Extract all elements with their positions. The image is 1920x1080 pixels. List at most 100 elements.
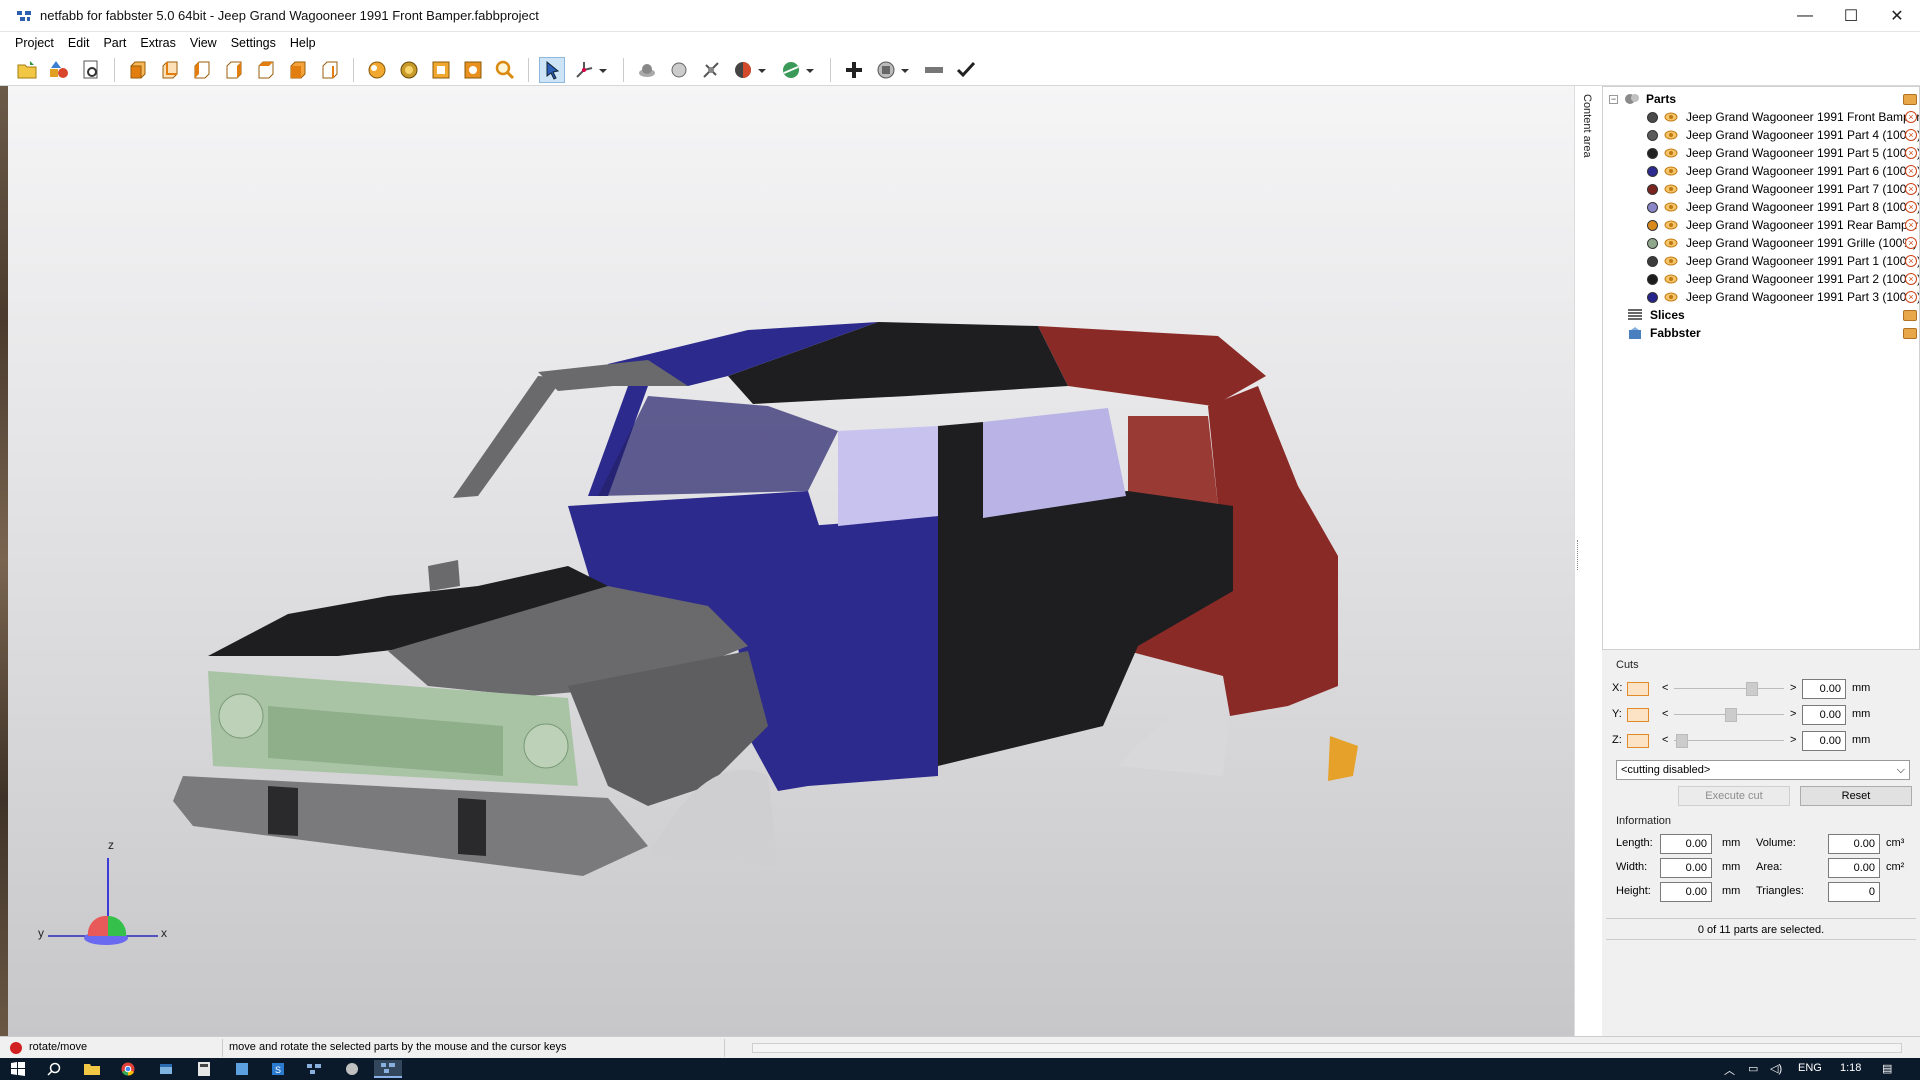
- part-color-swatch[interactable]: [1647, 219, 1658, 231]
- remove-part-icon[interactable]: ×: [1905, 237, 1917, 249]
- part-color-swatch[interactable]: [1647, 291, 1658, 303]
- netfabb-taskbar-active-icon[interactable]: [374, 1060, 402, 1078]
- parts-folder-icon[interactable]: [1903, 94, 1917, 105]
- tree-node-fabbster[interactable]: Fabbster: [1627, 324, 1701, 342]
- tree-node-part[interactable]: Jeep Grand Wagooneer 1991 Part 5 (100%): [1647, 144, 1919, 162]
- tree-node-part[interactable]: Jeep Grand Wagooneer 1991 Part 6 (100%): [1647, 162, 1919, 180]
- part-color-swatch[interactable]: [1647, 129, 1658, 141]
- tray-chevron-up-icon[interactable]: ︿: [1724, 1062, 1735, 1078]
- volume-icon[interactable]: ◁): [1770, 1062, 1782, 1075]
- ruler-icon[interactable]: [921, 57, 947, 83]
- 3d-viewport[interactable]: z y x: [8, 86, 1574, 1036]
- minimize-button[interactable]: —: [1782, 0, 1828, 32]
- part-color-swatch[interactable]: [1647, 255, 1658, 267]
- notifications-icon[interactable]: ▤: [1882, 1062, 1892, 1075]
- visibility-eye-icon[interactable]: [1664, 183, 1678, 195]
- pan-view-icon[interactable]: [396, 57, 422, 83]
- tree-node-part[interactable]: Jeep Grand Wagooneer 1991 Part 2 (100%): [1647, 270, 1919, 288]
- tree-node-part[interactable]: Jeep Grand Wagooneer 1991 Part 7 (100%): [1647, 180, 1919, 198]
- slices-folder-icon[interactable]: [1903, 310, 1917, 321]
- app-icon[interactable]: [228, 1060, 256, 1078]
- fabbster-folder-icon[interactable]: [1903, 328, 1917, 339]
- cut-y-slider[interactable]: [1724, 708, 1737, 722]
- remove-part-icon[interactable]: ×: [1905, 165, 1917, 177]
- language-indicator[interactable]: ENG: [1798, 1062, 1822, 1074]
- cut-z-decrease[interactable]: <: [1662, 734, 1668, 746]
- search-icon[interactable]: [40, 1060, 68, 1078]
- menu-extras[interactable]: Extras: [133, 32, 182, 54]
- jeep-model[interactable]: [8, 86, 1574, 1036]
- tree-node-slices[interactable]: Slices: [1627, 306, 1685, 324]
- cut-x-decrease[interactable]: <: [1662, 682, 1668, 694]
- chevron-down-icon[interactable]: [597, 57, 609, 83]
- visibility-eye-icon[interactable]: [1664, 111, 1678, 123]
- remove-part-icon[interactable]: ×: [1905, 183, 1917, 195]
- network-icon[interactable]: ▭: [1748, 1062, 1758, 1075]
- maximize-button[interactable]: ☐: [1828, 0, 1874, 32]
- menu-view[interactable]: View: [183, 32, 224, 54]
- remove-part-icon[interactable]: ×: [1905, 291, 1917, 303]
- view-left-icon[interactable]: [189, 57, 215, 83]
- part-color-swatch[interactable]: [1647, 165, 1658, 177]
- menu-settings[interactable]: Settings: [224, 32, 283, 54]
- move-tool-icon[interactable]: [571, 57, 597, 83]
- app-icon[interactable]: [152, 1060, 180, 1078]
- visibility-eye-icon[interactable]: [1664, 129, 1678, 141]
- visibility-eye-icon[interactable]: [1664, 291, 1678, 303]
- visibility-eye-icon[interactable]: [1664, 273, 1678, 285]
- close-button[interactable]: ✕: [1874, 0, 1920, 32]
- select-tool-icon[interactable]: [539, 56, 565, 83]
- apply-icon[interactable]: [953, 57, 979, 83]
- visibility-eye-icon[interactable]: [1664, 237, 1678, 249]
- tree-node-parts[interactable]: − Parts: [1609, 90, 1676, 108]
- view-top-icon[interactable]: [253, 57, 279, 83]
- chevron-down-icon[interactable]: [756, 57, 768, 83]
- cut-y-input[interactable]: [1802, 705, 1846, 725]
- execute-cut-button[interactable]: Execute cut: [1678, 786, 1790, 806]
- tree-node-part[interactable]: Jeep Grand Wagooneer 1991 Part 8 (100%): [1647, 198, 1919, 216]
- view-right-icon[interactable]: [221, 57, 247, 83]
- cut-z-color[interactable]: [1627, 734, 1649, 748]
- remove-part-icon[interactable]: ×: [1905, 129, 1917, 141]
- view-front-icon[interactable]: [125, 57, 151, 83]
- chevron-down-icon[interactable]: [804, 57, 816, 83]
- cut-mode-select[interactable]: <cutting disabled> ⌵: [1616, 760, 1910, 780]
- remove-part-icon[interactable]: ×: [1905, 273, 1917, 285]
- remove-part-icon[interactable]: ×: [1905, 111, 1917, 123]
- cut-z-increase[interactable]: >: [1790, 734, 1796, 746]
- tree-node-part[interactable]: Jeep Grand Wagooneer 1991 Rear Bamper (1…: [1647, 216, 1919, 234]
- cut-x-color[interactable]: [1627, 682, 1649, 696]
- visibility-eye-icon[interactable]: [1664, 165, 1678, 177]
- measure-icon[interactable]: [698, 57, 724, 83]
- tree-node-part[interactable]: Jeep Grand Wagooneer 1991 Front Bamper (…: [1647, 108, 1919, 126]
- repair-icon[interactable]: [873, 57, 899, 83]
- add-icon[interactable]: [841, 57, 867, 83]
- chevron-down-icon[interactable]: [899, 57, 911, 83]
- cut-y-color[interactable]: [1627, 708, 1649, 722]
- menu-edit[interactable]: Edit: [61, 32, 97, 54]
- visibility-eye-icon[interactable]: [1664, 219, 1678, 231]
- zoom-selection-icon[interactable]: [460, 57, 486, 83]
- open-project-icon[interactable]: [14, 57, 40, 83]
- app-icon[interactable]: S: [264, 1060, 292, 1078]
- chrome-icon[interactable]: [114, 1060, 142, 1078]
- visibility-eye-icon[interactable]: [1664, 147, 1678, 159]
- remove-part-icon[interactable]: ×: [1905, 219, 1917, 231]
- cut-x-slider[interactable]: [1745, 682, 1758, 696]
- start-icon[interactable]: [4, 1060, 32, 1078]
- view-bottom-icon[interactable]: [285, 57, 311, 83]
- calculator-icon[interactable]: [190, 1060, 218, 1078]
- menu-help[interactable]: Help: [283, 32, 323, 54]
- part-color-swatch[interactable]: [1647, 111, 1658, 123]
- reset-button[interactable]: Reset: [1800, 786, 1912, 806]
- menu-project[interactable]: Project: [8, 32, 61, 54]
- clock[interactable]: 1:18: [1840, 1062, 1861, 1074]
- cut-z-slider[interactable]: [1675, 734, 1688, 748]
- cut-x-input[interactable]: [1802, 679, 1846, 699]
- visibility-eye-icon[interactable]: [1664, 201, 1678, 213]
- remove-part-icon[interactable]: ×: [1905, 255, 1917, 267]
- visibility-eye-icon[interactable]: [1664, 255, 1678, 267]
- tree-node-part[interactable]: Jeep Grand Wagooneer 1991 Grille (100%): [1647, 234, 1917, 252]
- cut-y-increase[interactable]: >: [1790, 708, 1796, 720]
- part-color-swatch[interactable]: [1647, 183, 1658, 195]
